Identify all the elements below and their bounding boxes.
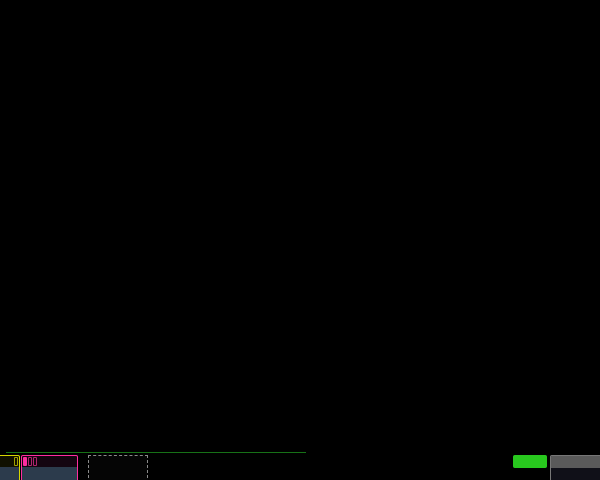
oscilloscope-screen xyxy=(0,0,600,480)
c2-esr-badge xyxy=(28,457,32,466)
timebase-label xyxy=(551,456,600,468)
c2-scale-value xyxy=(22,467,77,480)
hd-mode-badge[interactable] xyxy=(513,455,547,468)
c2-coupling-badge xyxy=(33,457,37,466)
histicon-row xyxy=(0,432,600,454)
waveform-display xyxy=(0,0,600,318)
timebase-box[interactable] xyxy=(550,455,600,480)
bottom-toolbar xyxy=(0,455,600,480)
timebase-value xyxy=(551,468,600,480)
histogram-baseline xyxy=(6,452,306,453)
waveform-svg xyxy=(0,0,600,318)
time-axis xyxy=(0,318,600,337)
channel-box-c1[interactable] xyxy=(0,455,20,480)
c2-channel-label xyxy=(23,457,27,466)
c1-coupling-badge xyxy=(14,457,18,466)
channel-box-c2[interactable] xyxy=(21,455,78,480)
c1-scale-value xyxy=(0,467,19,480)
add-trace-button[interactable] xyxy=(88,455,148,480)
